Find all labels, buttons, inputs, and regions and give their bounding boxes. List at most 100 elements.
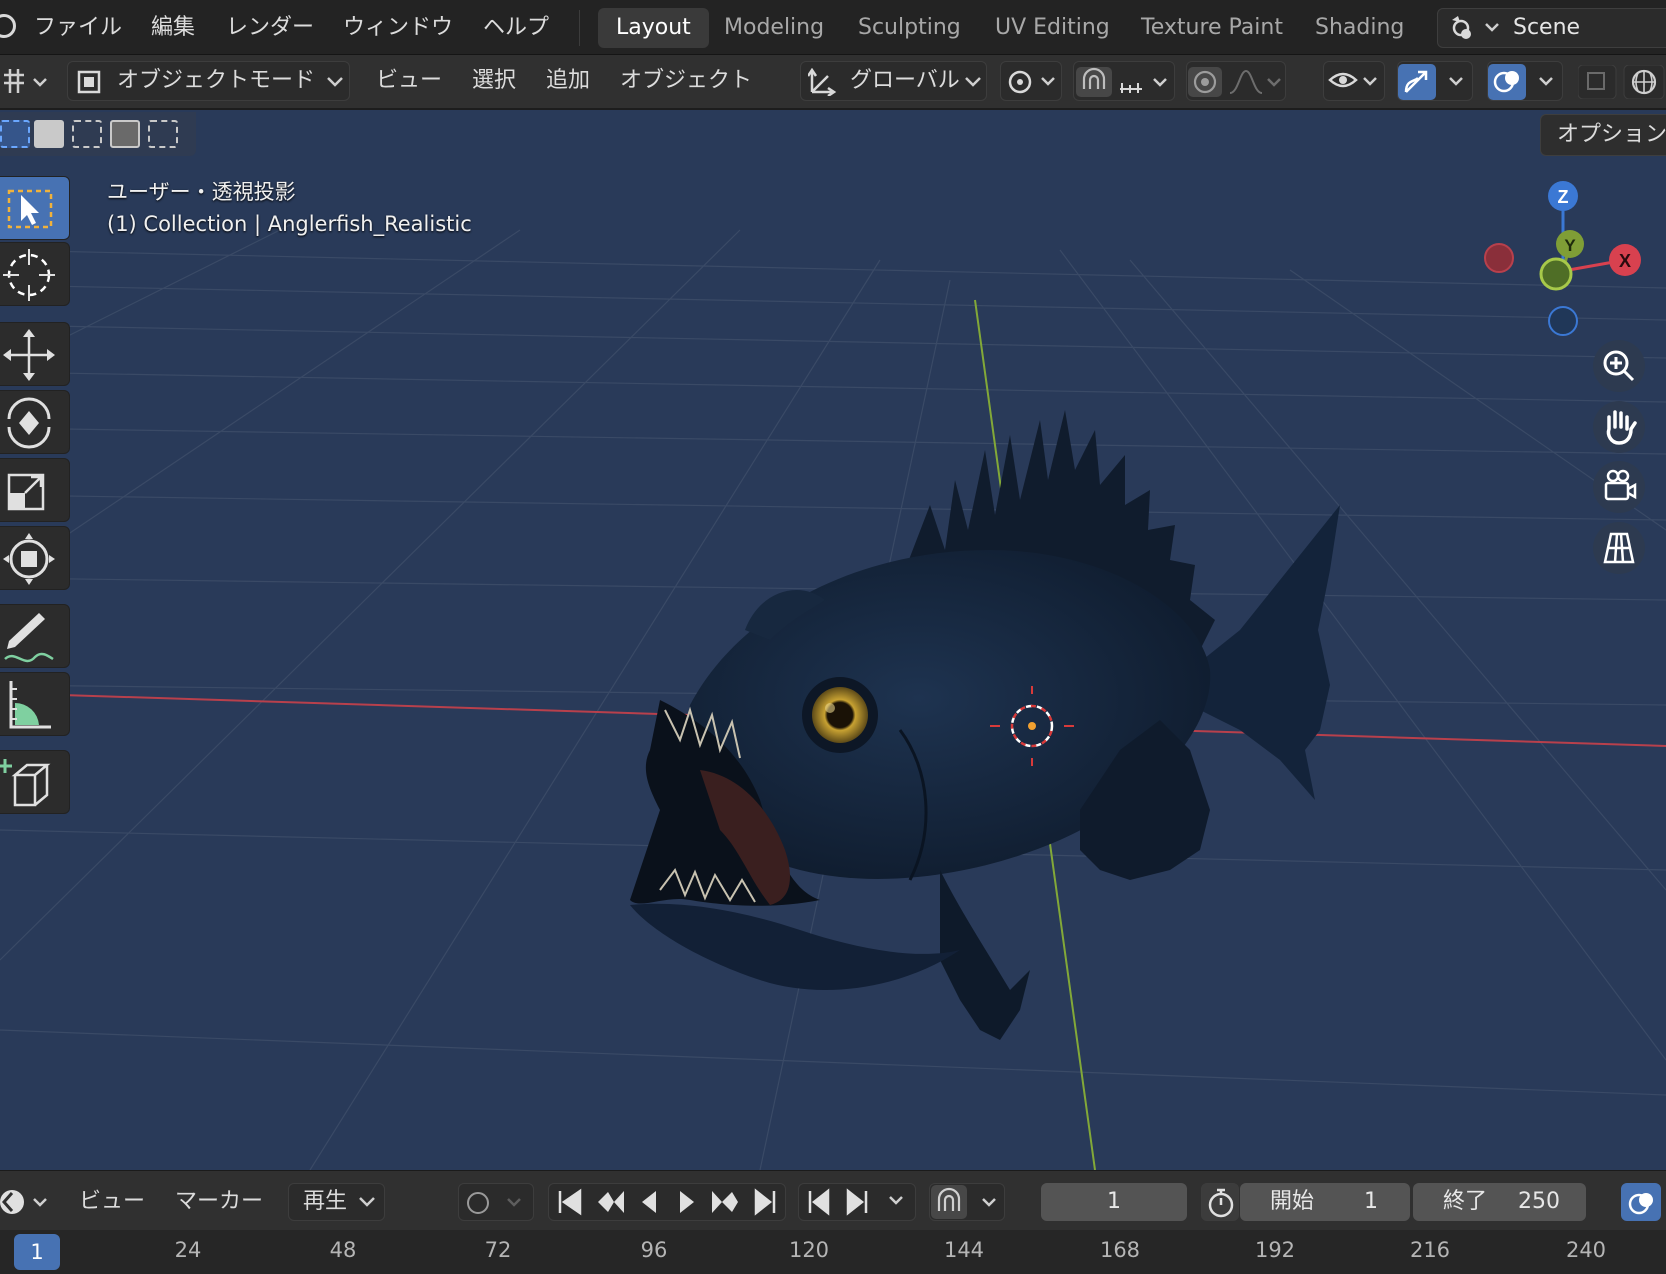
playback-buttons-icon [558, 1188, 776, 1216]
menu-object[interactable]: オブジェクト [620, 61, 752, 101]
transform-orientation-icon [808, 68, 837, 96]
anglerfish-model [630, 410, 1340, 1040]
ruler-tick: 144 [943, 1238, 985, 1262]
divider [579, 10, 580, 46]
ruler-tick: 216 [1409, 1238, 1451, 1262]
3d-viewport[interactable]: Z Y X オプション ユーザー・透視投影 (1) Collection | A… [0, 110, 1666, 1170]
proportional-editing-icon [1188, 67, 1281, 97]
gizmo-x-label: X [1619, 251, 1631, 271]
gizmo-icon [1398, 64, 1463, 100]
chevron-down-icon [359, 1197, 375, 1207]
object-mode-icon [77, 70, 101, 94]
chevron-down-icon [965, 77, 981, 87]
ruler-tick: 72 [484, 1238, 512, 1262]
camera-view-button[interactable] [1593, 461, 1645, 513]
end-frame-field[interactable]: 終了 250 [1413, 1183, 1586, 1221]
shading-mode-icons[interactable] [1578, 65, 1666, 99]
gizmo-y-label: Y [1564, 236, 1576, 255]
tab-sculpting[interactable]: Sculpting [840, 8, 979, 48]
tab-layout[interactable]: Layout [598, 8, 709, 48]
scene-canvas: Z Y X [0, 181, 1666, 1170]
blender-logo-icon[interactable] [0, 14, 16, 38]
timeline-menu-playback: 再生 [303, 1189, 348, 1214]
pan-button[interactable] [1593, 401, 1645, 453]
select-invert-icon[interactable] [110, 120, 140, 148]
eye-icon [1328, 72, 1377, 88]
end-label: 終了 [1443, 1189, 1488, 1214]
ruler-tick: 96 [640, 1238, 668, 1262]
menu-help[interactable]: ヘルプ [483, 0, 549, 55]
object-info: (1) Collection | Anglerfish_Realistic [107, 212, 472, 236]
snap-timeline-icon [931, 1185, 996, 1219]
select-extend-icon[interactable] [34, 120, 64, 148]
menu-view[interactable]: ビュー [376, 61, 442, 101]
top-menu-bar: ファイル 編集 レンダー ウィンドウ ヘルプ Layout Modeling S… [0, 0, 1666, 55]
menu-select[interactable]: 選択 [472, 61, 516, 101]
select-new-icon[interactable] [0, 120, 30, 148]
timeline-editor-icon[interactable] [0, 1185, 52, 1219]
stopwatch-icon [1208, 1188, 1234, 1218]
scene-icon [1452, 16, 1499, 39]
start-frame-field[interactable]: 開始 1 [1240, 1183, 1410, 1221]
timeline-overlay-toggle[interactable] [1621, 1183, 1661, 1221]
pivot-point-icon [1008, 70, 1055, 94]
mode-label: オブジェクトモード [117, 68, 316, 93]
scene-name: Scene [1513, 15, 1581, 40]
end-value: 250 [1518, 1189, 1560, 1214]
transform-tool[interactable] [0, 526, 70, 590]
select-subtract-icon[interactable] [72, 120, 102, 148]
ruler-tick: 240 [1565, 1238, 1607, 1262]
camera-icon [1604, 469, 1637, 501]
editor-type-icon[interactable] [0, 67, 52, 97]
zoom-button[interactable] [1593, 340, 1645, 392]
viewport-header: オブジェクトモード ビュー 選択 追加 オブジェクト グローバル [0, 55, 1666, 109]
current-frame-indicator[interactable]: 1 [14, 1234, 60, 1270]
timeline-menu-marker[interactable]: マーカー [175, 1183, 263, 1221]
grid-perspective-icon [1603, 532, 1635, 564]
menu-edit[interactable]: 編集 [151, 0, 195, 55]
tab-modeling[interactable]: Modeling [706, 8, 842, 48]
tab-shading[interactable]: Shading [1297, 8, 1422, 48]
ruler-tick: 24 [174, 1238, 202, 1262]
menu-render[interactable]: レンダー [226, 0, 314, 55]
ruler-tick: 120 [788, 1238, 830, 1262]
options-button[interactable]: オプション [1540, 114, 1666, 156]
timeline-menu-view[interactable]: ビュー [79, 1183, 145, 1221]
scale-tool[interactable] [0, 458, 70, 522]
start-value: 1 [1364, 1189, 1378, 1214]
hand-icon [1606, 410, 1637, 445]
perspective-toggle-button[interactable] [1593, 522, 1645, 574]
menu-window[interactable]: ウィンドウ [343, 0, 453, 55]
selection-mode-bar [0, 112, 196, 156]
rotate-tool[interactable] [0, 390, 70, 454]
keyframe-jump-icon [808, 1188, 903, 1216]
orientation-label: グローバル [850, 68, 960, 93]
current-frame-field[interactable]: 1 [1041, 1183, 1187, 1221]
overlay-icon [1628, 1193, 1653, 1215]
ruler-tick: 48 [329, 1238, 357, 1262]
select-box-tool[interactable] [0, 176, 70, 240]
move-tool[interactable] [0, 322, 70, 386]
gizmo-z-label: Z [1558, 187, 1569, 207]
menu-add[interactable]: 追加 [546, 61, 590, 101]
record-keyframe-icon [467, 1192, 521, 1214]
snap-icon [1076, 67, 1167, 97]
zoom-in-icon [1603, 350, 1635, 382]
measure-tool[interactable] [0, 672, 70, 736]
axis-gizmo[interactable]: Z Y X [1484, 181, 1641, 336]
ruler-tick: 168 [1099, 1238, 1141, 1262]
timeline-header: ビュー マーカー 再生 1 開始 1 終了 250 [0, 1170, 1666, 1230]
tab-uv-editing[interactable]: UV Editing [977, 8, 1128, 48]
select-intersect-icon[interactable] [148, 120, 178, 148]
start-label: 開始 [1270, 1189, 1315, 1214]
annotate-tool[interactable] [0, 604, 70, 668]
cursor-tool[interactable] [0, 242, 70, 306]
add-cube-tool[interactable] [0, 750, 70, 814]
overlay-icon [1488, 64, 1553, 100]
preview-range-toggle[interactable] [1201, 1183, 1239, 1221]
frame-ruler[interactable]: 1 24 48 72 96 120 144 168 192 216 240 [0, 1230, 1666, 1274]
chevron-down-icon [327, 77, 343, 87]
menu-file[interactable]: ファイル [34, 0, 122, 55]
tab-texture-paint[interactable]: Texture Paint [1123, 8, 1301, 48]
view-name: ユーザー・透視投影 [107, 180, 296, 204]
